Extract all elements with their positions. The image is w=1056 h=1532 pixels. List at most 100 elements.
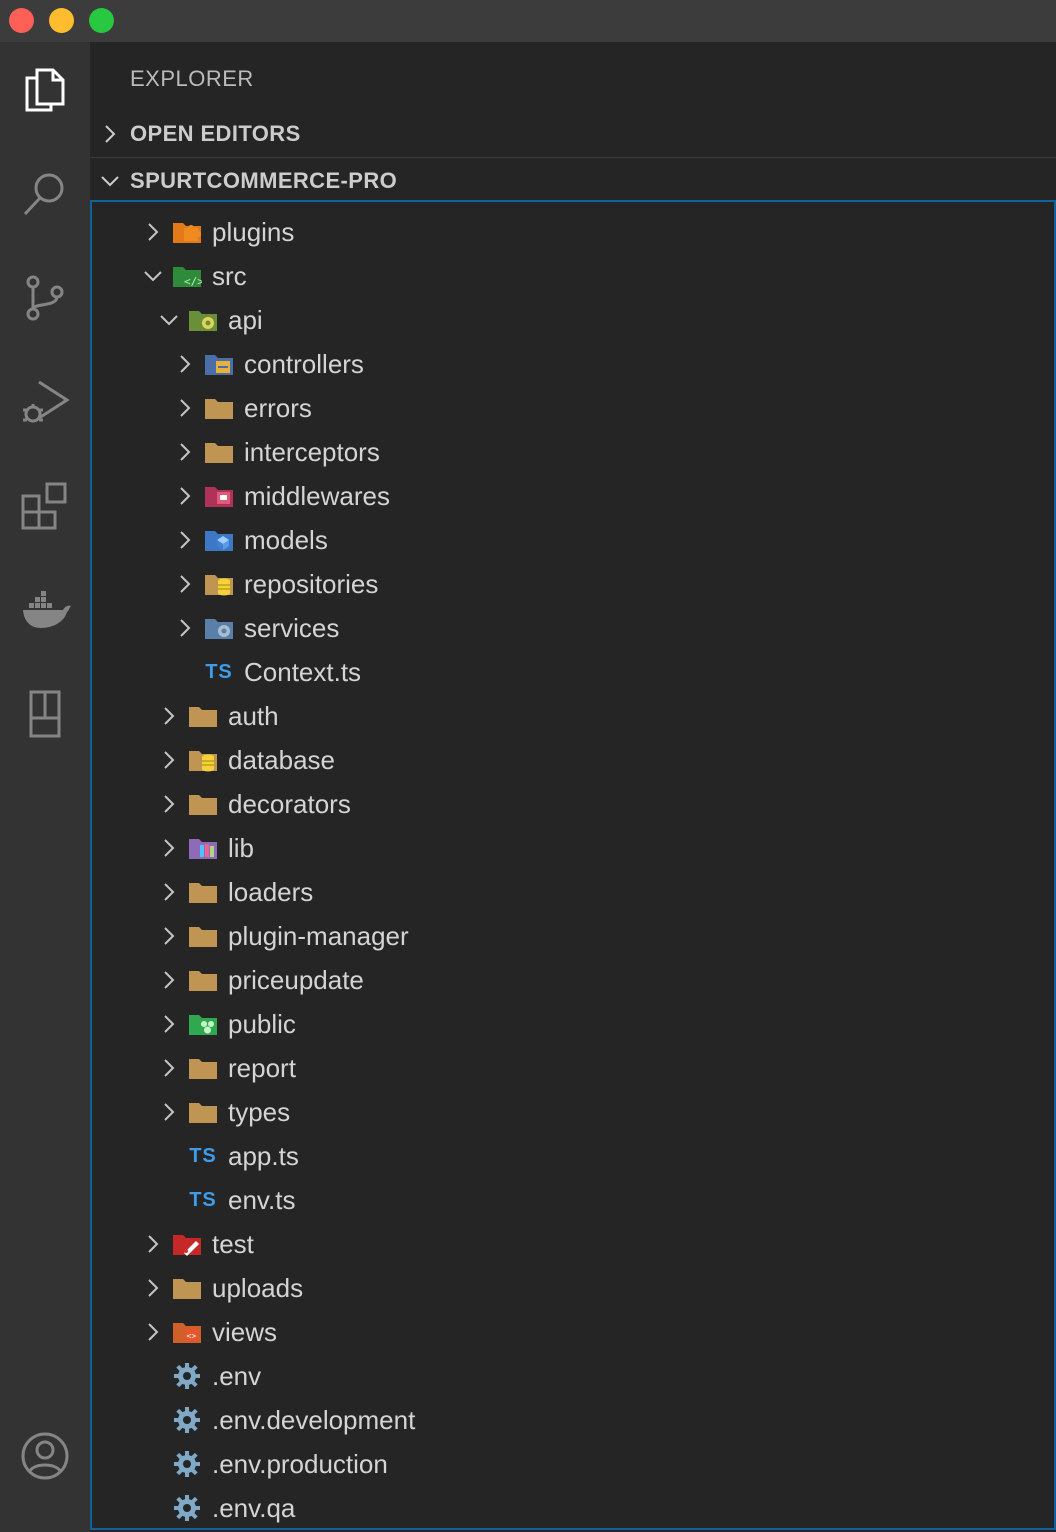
chevron-down-icon[interactable] [156, 298, 182, 342]
tree-item-services[interactable]: services [92, 606, 1054, 650]
activity-extensions[interactable] [0, 461, 90, 551]
tree-item-auth[interactable]: auth [92, 694, 1054, 738]
chevron-right-icon [90, 124, 130, 144]
tree-item-errors[interactable]: errors [92, 386, 1054, 430]
activity-docker[interactable] [0, 565, 90, 655]
activity-remote-explorer[interactable] [0, 669, 90, 759]
tree-item-label: public [228, 1008, 296, 1039]
chevron-right-icon[interactable] [156, 738, 182, 782]
tree-item-api[interactable]: api [92, 298, 1054, 342]
tree-item-controllers[interactable]: controllers [92, 342, 1054, 386]
tree-item-label: decorators [228, 788, 351, 819]
tree-item-plugins[interactable]: plugins [92, 210, 1054, 254]
folder-icon [186, 782, 220, 826]
chevron-right-icon[interactable] [172, 430, 198, 474]
tree-item-env-ts[interactable]: TS env.ts [92, 1178, 1054, 1222]
tree-item-plugin-manager[interactable]: plugin-manager [92, 914, 1054, 958]
chevron-right-icon[interactable] [156, 782, 182, 826]
chevron-right-icon[interactable] [140, 210, 166, 254]
minimize-window-button[interactable] [49, 8, 74, 33]
tree-item-decorators[interactable]: decorators [92, 782, 1054, 826]
typescript-file-icon: TS [189, 1188, 217, 1211]
tree-item-label: errors [244, 392, 312, 423]
tree-item-src[interactable]: </> src [92, 254, 1054, 298]
tree-item-label: .env [212, 1360, 262, 1391]
middlewares-folder-icon [202, 474, 236, 518]
activity-accounts[interactable] [0, 1411, 90, 1501]
tree-item-dot-env[interactable]: .env [92, 1354, 1054, 1398]
folder-icon [186, 1046, 220, 1090]
tree-item-dot-env-production[interactable]: .env.production [92, 1442, 1054, 1486]
chevron-right-icon[interactable] [156, 826, 182, 870]
account-icon [21, 1432, 69, 1480]
chevron-right-icon[interactable] [140, 1222, 166, 1266]
models-folder-icon [202, 518, 236, 562]
extensions-icon [21, 482, 67, 530]
chevron-right-icon[interactable] [172, 474, 198, 518]
activity-source-control[interactable] [0, 253, 90, 343]
tree-item-label: .env.development [212, 1404, 416, 1435]
settings-gear-icon [170, 1354, 204, 1398]
chevron-right-icon[interactable] [172, 518, 198, 562]
tree-item-dot-env-qa[interactable]: .env.qa [92, 1486, 1054, 1528]
tree-item-report[interactable]: report [92, 1046, 1054, 1090]
open-editors-label: OPEN EDITORS [130, 121, 301, 146]
tree-item-views[interactable]: <> views [92, 1310, 1054, 1354]
chevron-right-icon[interactable] [172, 562, 198, 606]
chevron-right-icon[interactable] [172, 606, 198, 650]
tree-item-models[interactable]: models [92, 518, 1054, 562]
tree-item-label: app.ts [228, 1140, 299, 1171]
tree-item-database[interactable]: database [92, 738, 1054, 782]
tree-item-label: api [228, 304, 263, 335]
activity-run-debug[interactable] [0, 357, 90, 447]
tree-item-label: src [212, 260, 247, 291]
chevron-right-icon[interactable] [140, 1310, 166, 1354]
tree-item-app-ts[interactable]: TS app.ts [92, 1134, 1054, 1178]
src-folder-icon: </> [170, 254, 204, 298]
chevron-right-icon[interactable] [156, 1090, 182, 1134]
tree-item-label: loaders [228, 876, 314, 907]
zoom-window-button[interactable] [89, 8, 114, 33]
chevron-right-icon[interactable] [156, 870, 182, 914]
chevron-right-icon[interactable] [156, 1002, 182, 1046]
chevron-right-icon[interactable] [156, 914, 182, 958]
open-editors-section[interactable]: OPEN EDITORS [90, 111, 1056, 157]
folder-icon [186, 958, 220, 1002]
activity-search[interactable] [0, 149, 90, 239]
tree-item-label: plugins [212, 216, 295, 247]
tree-item-priceupdate[interactable]: priceupdate [92, 958, 1054, 1002]
api-folder-icon [186, 298, 220, 342]
tree-item-middlewares[interactable]: middlewares [92, 474, 1054, 518]
chevron-right-icon[interactable] [172, 342, 198, 386]
project-section[interactable]: SPURTCOMMERCE-PRO [90, 157, 1056, 203]
search-icon [23, 173, 64, 216]
tree-item-public[interactable]: public [92, 1002, 1054, 1046]
tree-item-label: test [212, 1228, 254, 1259]
tree-item-types[interactable]: types [92, 1090, 1054, 1134]
tree-item-repositories[interactable]: repositories [92, 562, 1054, 606]
tree-item-loaders[interactable]: loaders [92, 870, 1054, 914]
chevron-right-icon[interactable] [172, 386, 198, 430]
close-window-button[interactable] [9, 8, 34, 33]
chevron-right-icon[interactable] [140, 1266, 166, 1310]
tree-item-interceptors[interactable]: interceptors [92, 430, 1054, 474]
chevron-right-icon[interactable] [156, 1046, 182, 1090]
tree-item-lib[interactable]: lib [92, 826, 1054, 870]
tree-item-label: priceupdate [228, 964, 364, 995]
database-folder-icon [202, 562, 236, 606]
chevron-right-icon[interactable] [156, 958, 182, 1002]
run-debug-icon [23, 380, 70, 423]
tree-item-dot-env-development[interactable]: .env.development [92, 1398, 1054, 1442]
tree-item-label: repositories [244, 568, 379, 599]
activity-explorer[interactable] [0, 45, 90, 135]
views-folder-icon: <> [170, 1310, 204, 1354]
tree-item-test[interactable]: test [92, 1222, 1054, 1266]
tree-item-context-ts[interactable]: TS Context.ts [92, 650, 1054, 694]
tree-item-uploads[interactable]: uploads [92, 1266, 1054, 1310]
database-folder-icon [186, 738, 220, 782]
chevron-right-icon[interactable] [156, 694, 182, 738]
chevron-down-icon[interactable] [140, 254, 166, 298]
